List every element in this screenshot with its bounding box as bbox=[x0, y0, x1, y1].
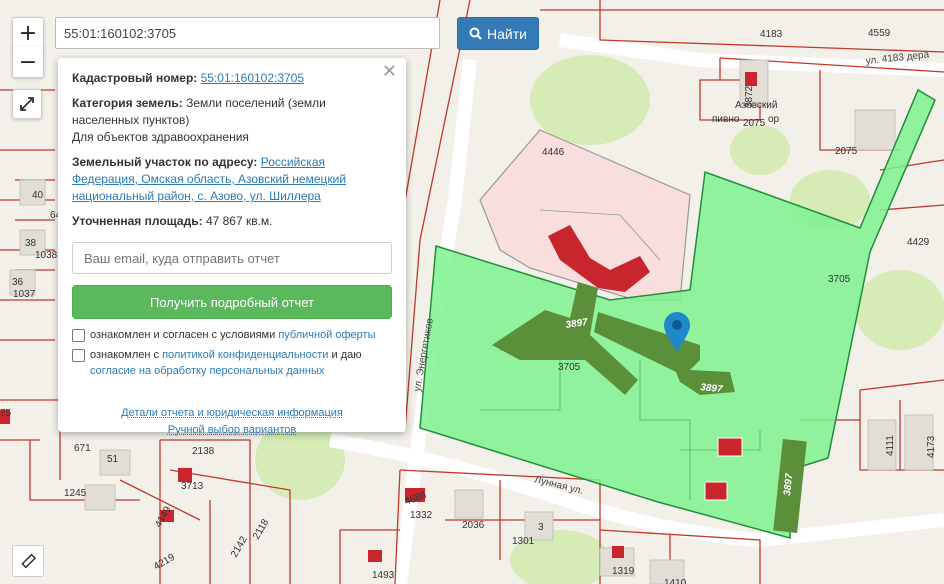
label-2075b: 2075 bbox=[835, 146, 858, 157]
label-40: 40 bbox=[32, 190, 44, 201]
label-4446: 4446 bbox=[542, 147, 565, 158]
zoom-in-button[interactable]: + bbox=[12, 17, 44, 49]
expand-icon bbox=[20, 97, 34, 111]
offer-link[interactable]: публичной оферты bbox=[278, 329, 375, 341]
label-3713: 3713 bbox=[181, 481, 204, 492]
category-use: Для объектов здравоохранения bbox=[72, 130, 249, 144]
label-75: 75 bbox=[0, 408, 12, 419]
label-1332: 1332 bbox=[410, 510, 433, 521]
label-1245: 1245 bbox=[64, 488, 87, 499]
label-1038: 1038 bbox=[35, 250, 58, 261]
offer-checkbox[interactable] bbox=[72, 329, 85, 342]
label-4173: 4173 bbox=[926, 435, 937, 458]
label-38: 38 bbox=[25, 238, 37, 249]
label-1301: 1301 bbox=[512, 536, 535, 547]
area-row: Уточненная площадь: 47 867 кв.м. bbox=[72, 213, 392, 230]
fullscreen-button[interactable] bbox=[12, 89, 42, 119]
label-1037: 1037 bbox=[13, 289, 36, 300]
minus-icon: − bbox=[18, 49, 38, 75]
label-2036: 2036 bbox=[462, 520, 485, 531]
offer-text: ознакомлен и согласен с условиями публич… bbox=[90, 329, 376, 341]
cadastral-link[interactable]: 55:01:160102:3705 bbox=[201, 71, 304, 85]
village-text-1: Азовский bbox=[735, 100, 777, 111]
email-field[interactable] bbox=[72, 242, 392, 274]
village-text-2: пивно bbox=[712, 114, 740, 125]
report-button-label: Получить подробный отчет bbox=[149, 294, 315, 310]
popup-footer: Детали отчета и юридическая информация Р… bbox=[72, 405, 392, 439]
label-51: 51 bbox=[107, 454, 119, 465]
close-icon[interactable]: ✕ bbox=[382, 63, 397, 81]
label-4429: 4429 bbox=[907, 237, 930, 248]
label-4559: 4559 bbox=[868, 28, 891, 39]
label-2075a: 2075 bbox=[743, 118, 766, 129]
details-link[interactable]: Детали отчета и юридическая информация bbox=[121, 407, 343, 419]
village-text-3: ор bbox=[768, 114, 780, 125]
label-36: 36 bbox=[12, 277, 24, 288]
area-value: 47 867 кв.м. bbox=[205, 214, 273, 228]
privacy-link[interactable]: политикой конфиденциальности bbox=[162, 349, 328, 361]
area-label: Уточненная площадь: bbox=[72, 214, 203, 228]
cadastral-row: Кадастровый номер: 55:01:160102:3705 bbox=[72, 70, 392, 87]
zoom-out-button[interactable]: − bbox=[12, 47, 44, 78]
parcel-info-popup: ✕ Кадастровый номер: 55:01:160102:3705 К… bbox=[58, 58, 406, 436]
privacy-agreement-row: ознакомлен с политикой конфиденциальност… bbox=[72, 347, 392, 379]
label-4183: 4183 bbox=[760, 29, 783, 40]
manual-select-link[interactable]: Ручной выбор вариантов bbox=[168, 424, 296, 436]
plus-icon: + bbox=[18, 20, 38, 46]
privacy-text: ознакомлен с политикой конфиденциальност… bbox=[90, 349, 362, 377]
search-button[interactable]: Найти bbox=[457, 17, 539, 50]
search-button-label: Найти bbox=[487, 25, 527, 42]
label-3705a: 3705 bbox=[828, 274, 851, 285]
search-input[interactable] bbox=[55, 17, 440, 49]
consent-link[interactable]: согласие на обработку персональных данны… bbox=[90, 365, 324, 377]
ruler-icon bbox=[21, 553, 37, 569]
label-3705b: 3705 bbox=[558, 362, 581, 373]
get-report-button[interactable]: Получить подробный отчет bbox=[72, 285, 392, 319]
category-label: Категория земель: bbox=[72, 96, 183, 110]
label-671: 671 bbox=[74, 443, 91, 454]
privacy-checkbox[interactable] bbox=[72, 349, 85, 362]
label-2138: 2138 bbox=[192, 446, 215, 457]
category-row: Категория земель: Земли поселений (земли… bbox=[72, 95, 392, 146]
cadastral-label: Кадастровый номер: bbox=[72, 71, 198, 85]
label-1319: 1319 bbox=[612, 566, 635, 577]
search-icon bbox=[469, 27, 482, 40]
address-row: Земельный участок по адресу: Российская … bbox=[72, 154, 392, 205]
label-1493: 1493 bbox=[372, 570, 395, 581]
label-1410: 1410 bbox=[664, 578, 687, 584]
label-3: 3 bbox=[538, 522, 544, 533]
offer-agreement-row: ознакомлен и согласен с условиями публич… bbox=[72, 327, 392, 343]
ruler-button[interactable] bbox=[12, 545, 44, 577]
address-label: Земельный участок по адресу: bbox=[72, 155, 258, 169]
label-4111: 4111 bbox=[885, 435, 896, 456]
